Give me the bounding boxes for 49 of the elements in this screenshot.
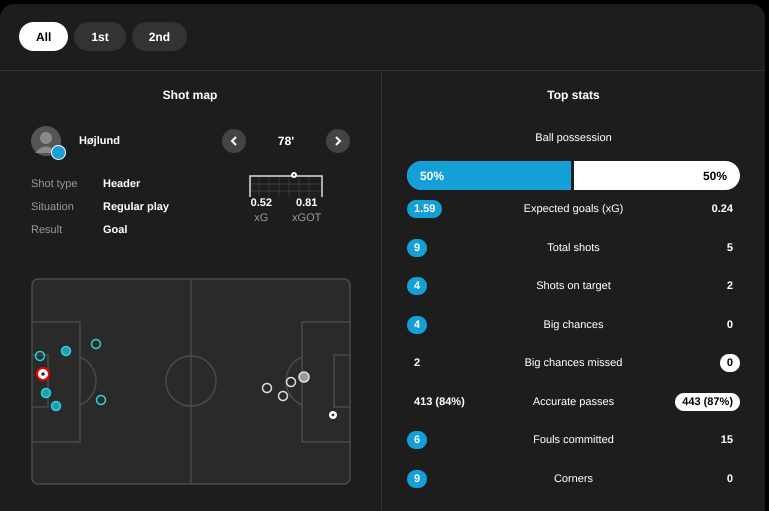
xgot-label: xGOT — [292, 212, 322, 224]
detail-value: Header — [103, 178, 142, 190]
away-stat-value: 2 — [726, 279, 734, 294]
stat-label: Accurate passes — [532, 396, 616, 408]
stat-label: Corners — [552, 472, 594, 485]
away-stat-value: 15 — [720, 433, 734, 448]
period-tab[interactable]: 2nd — [132, 22, 188, 51]
away-stat-value: 0 — [726, 472, 734, 487]
detail-label: Result — [31, 224, 64, 236]
home-stat-value: 2 — [413, 356, 422, 372]
previous-button[interactable] — [222, 129, 246, 153]
period-tab[interactable]: All — [19, 22, 68, 51]
detail-label: Situation — [31, 201, 75, 213]
next-button[interactable] — [326, 129, 350, 153]
away-possession-value: 50% — [702, 168, 727, 182]
away-stat-value: 0.24 — [710, 202, 734, 218]
stat-label: Total shots — [546, 242, 601, 254]
home-stat-value: 4 — [407, 316, 428, 334]
home-stat-value: 9 — [407, 238, 428, 257]
section-title: Top stats — [546, 88, 601, 102]
chevron-left-icon — [230, 136, 238, 146]
shot-minute: 78' — [276, 134, 296, 148]
stat-label: Shots on target — [535, 280, 612, 292]
stat-label: Fouls committed — [532, 434, 615, 446]
stat-label: Ball possession — [534, 132, 613, 144]
stat-label: Expected goals (xG) — [522, 203, 624, 216]
home-stat-value: 9 — [407, 470, 428, 488]
player-name: Højlund — [79, 135, 121, 147]
detail-label: Shot type — [31, 178, 78, 190]
away-stat-value: 0 — [726, 318, 734, 333]
home-stat-value: 413 (84%) — [413, 394, 466, 410]
detail-value: Goal — [103, 224, 128, 236]
chevron-right-icon — [334, 136, 342, 146]
xg-value: 0.52 — [250, 197, 272, 209]
away-stat-value: 5 — [726, 240, 734, 256]
xgot-value: 0.81 — [296, 197, 318, 209]
away-stat-value: 443 (87%) — [675, 392, 740, 411]
home-stat-value: 1.59 — [407, 200, 442, 218]
team-badge-icon — [51, 145, 66, 160]
away-stat-value: 0 — [720, 354, 740, 372]
stat-label: Big chances missed — [524, 357, 624, 370]
home-stat-value: 4 — [407, 277, 428, 296]
section-title: Shot map — [162, 88, 218, 102]
detail-value: Regular play — [103, 201, 170, 213]
home-possession-fill: 50% — [407, 161, 574, 190]
home-stat-value: 6 — [407, 431, 428, 450]
period-tab[interactable]: 1st — [74, 22, 126, 51]
xg-label: xG — [254, 212, 268, 224]
stat-label: Big chances — [542, 318, 604, 331]
